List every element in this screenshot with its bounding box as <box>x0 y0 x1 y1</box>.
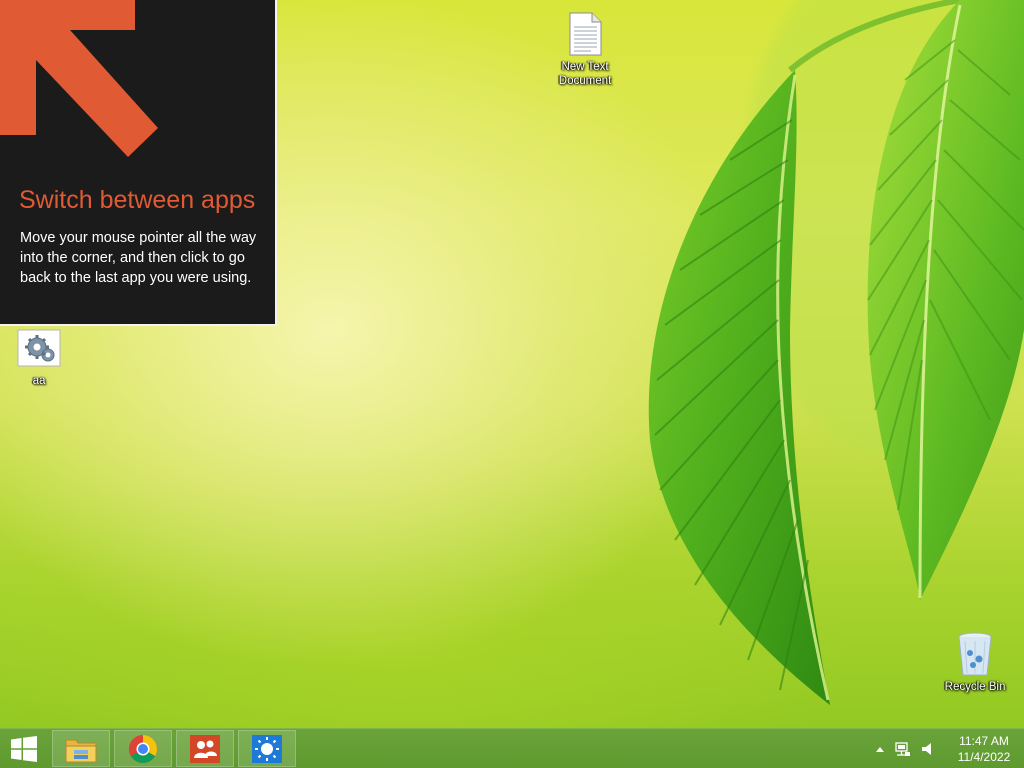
desktop-icon-recycle-bin[interactable]: Recycle Bin <box>938 630 1012 694</box>
network-tray-button[interactable] <box>890 729 916 768</box>
desktop-icon-label: aa <box>32 375 46 387</box>
show-hidden-icons-button[interactable] <box>870 729 890 768</box>
text-document-icon <box>561 10 609 58</box>
volume-icon <box>922 742 931 755</box>
desktop[interactable]: Switch between apps Move your mouse poin… <box>0 0 1024 728</box>
taskbar-file-explorer-button[interactable] <box>52 730 110 767</box>
recycle-bin-icon <box>951 630 999 678</box>
chrome-icon <box>129 734 157 763</box>
people-icon <box>190 734 220 763</box>
windows-logo-icon <box>11 735 37 762</box>
weather-sun-icon <box>252 734 282 763</box>
tip-popup[interactable]: Switch between apps Move your mouse poin… <box>0 0 277 326</box>
arrow-up-left-icon <box>0 0 158 157</box>
tip-title: Switch between apps <box>19 186 256 214</box>
taskbar-weather-button[interactable] <box>238 730 296 767</box>
settings-gears-icon <box>15 324 63 372</box>
desktop-icon-new-text-document[interactable]: New Text Document <box>548 10 622 88</box>
desktop-icon-aa[interactable]: aa <box>2 324 76 388</box>
start-button[interactable] <box>0 729 48 768</box>
clock-date: 11/4/2022 <box>957 749 1011 764</box>
chevron-up-icon <box>876 746 884 752</box>
taskbar: 11:47 AM 11/4/2022 <box>0 728 1024 768</box>
network-icon <box>895 741 910 756</box>
desktop-icon-label: Recycle Bin <box>944 681 1006 693</box>
volume-tray-button[interactable] <box>916 729 940 768</box>
tip-body-text: Move your mouse pointer all the way into… <box>20 230 257 286</box>
taskbar-people-button[interactable] <box>176 730 234 767</box>
taskbar-chrome-button[interactable] <box>114 730 172 767</box>
clock[interactable]: 11:47 AM 11/4/2022 <box>948 729 1020 768</box>
desktop-icon-label: New Text Document <box>558 61 612 87</box>
clock-time: 11:47 AM <box>959 733 1009 748</box>
file-explorer-icon <box>65 739 97 762</box>
system-tray: 11:47 AM 11/4/2022 <box>870 729 1024 768</box>
